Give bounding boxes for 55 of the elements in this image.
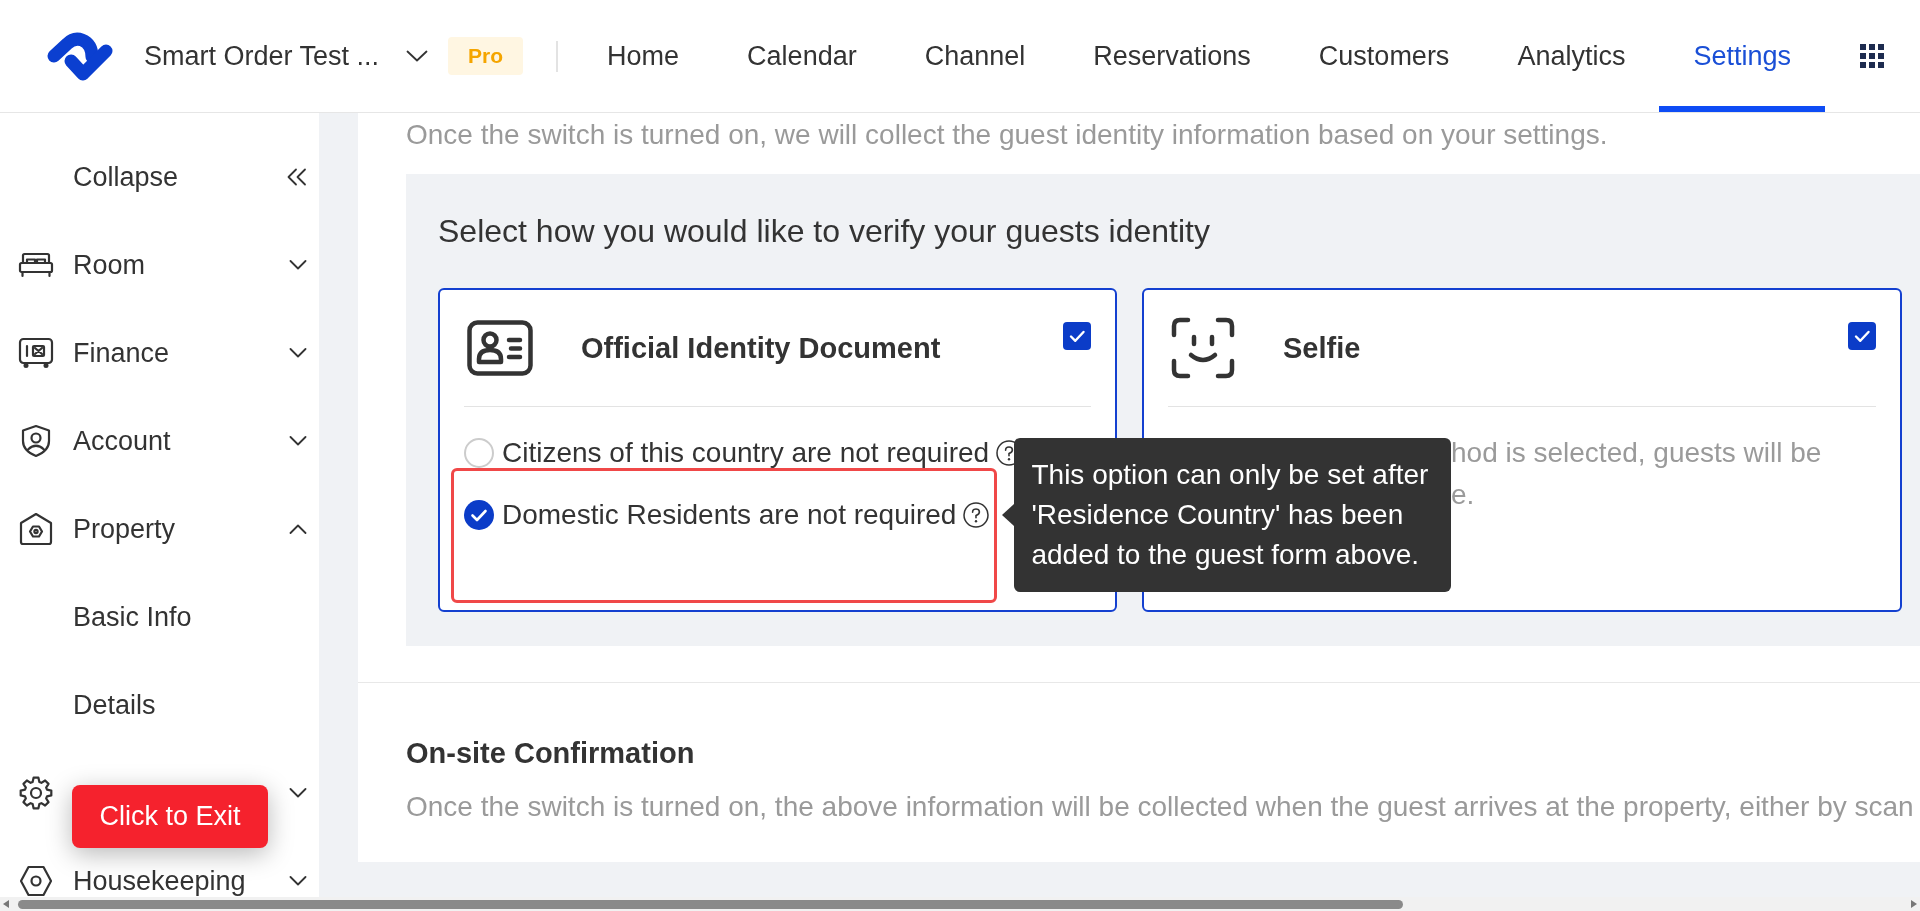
property-switcher[interactable]: Smart Order Test ... xyxy=(144,40,429,72)
exit-button[interactable]: Click to Exit xyxy=(72,785,268,848)
chevron-down-icon[interactable] xyxy=(289,260,307,270)
sidebar-item[interactable]: Finance xyxy=(0,337,319,369)
gear-icon[interactable] xyxy=(19,776,53,810)
radio-button[interactable] xyxy=(464,438,494,468)
nav-tab[interactable]: Analytics xyxy=(1483,0,1660,112)
sidebar-item[interactable]: Room xyxy=(0,249,319,281)
house-icon xyxy=(19,512,53,546)
checkbox[interactable] xyxy=(1063,322,1091,350)
horizontal-scrollbar[interactable] xyxy=(0,897,1920,911)
apps-grid-icon[interactable] xyxy=(1860,44,1884,68)
nav-tab[interactable]: Reservations xyxy=(1059,0,1285,112)
section-title: On-site Confirmation xyxy=(406,736,696,771)
nav-tab[interactable]: Calendar xyxy=(713,0,891,112)
card-title: Official Identity Document xyxy=(581,331,941,366)
scroll-right-icon[interactable] xyxy=(1911,900,1917,908)
card-description: hod is selected, guests will be xyxy=(1451,436,1823,470)
double-chevron-left-icon xyxy=(286,168,307,186)
nav-tab[interactable]: Customers xyxy=(1284,0,1484,112)
sidebar-subitem[interactable]: Details xyxy=(0,689,319,721)
tooltip: This option can only be set after 'Residence Country' has been added to the guest form above. xyxy=(1014,438,1452,592)
section-description: Once the switch is turned on, the above information will be collected when the guest arrives at the property, either by scan xyxy=(406,791,1915,823)
caret-icon xyxy=(406,50,429,62)
chevron-down-icon[interactable] xyxy=(289,876,307,886)
nav-tab[interactable]: Home xyxy=(573,0,714,112)
section-description: Once the switch is turned on, we will collect the guest identity information based on your settings. xyxy=(406,119,1609,151)
scrollbar-thumb[interactable] xyxy=(18,899,1403,909)
safe-icon xyxy=(18,337,54,369)
sidebar-item[interactable]: Property xyxy=(0,513,319,545)
card-title: Selfie xyxy=(1283,331,1361,366)
option-label: Citizens of this country are not required xyxy=(502,436,990,470)
chevron-down-icon[interactable] xyxy=(289,348,307,358)
collapse-button[interactable]: Collapse xyxy=(0,161,319,193)
checkbox[interactable] xyxy=(1848,322,1876,350)
plan-badge: Pro xyxy=(448,37,524,75)
tooltip-arrow-icon xyxy=(1002,504,1015,526)
card-description: e. xyxy=(1451,478,1476,512)
face-scan-icon xyxy=(1171,317,1235,379)
radio-button[interactable] xyxy=(464,500,494,530)
nav-tab[interactable]: Channel xyxy=(890,0,1060,112)
shield-user-icon xyxy=(21,424,51,458)
bed-icon xyxy=(18,252,54,278)
chevron-down-icon[interactable] xyxy=(289,436,307,446)
chevron-down-icon[interactable] xyxy=(289,788,307,798)
hexagon-icon xyxy=(19,865,53,897)
sidebar-item[interactable]: Housekeeping xyxy=(0,865,319,897)
option-label: Domestic Residents are not required xyxy=(502,498,957,532)
help-icon[interactable] xyxy=(963,502,990,528)
sidebar-subitem[interactable]: Basic Info xyxy=(0,601,319,633)
panel-title: Select how you would like to verify your guests identity xyxy=(438,212,1211,250)
sidebar-item[interactable]: Account xyxy=(0,425,319,457)
scroll-left-icon[interactable] xyxy=(3,900,9,908)
chevron-up-icon[interactable] xyxy=(289,524,307,534)
id-card-icon xyxy=(467,320,533,376)
